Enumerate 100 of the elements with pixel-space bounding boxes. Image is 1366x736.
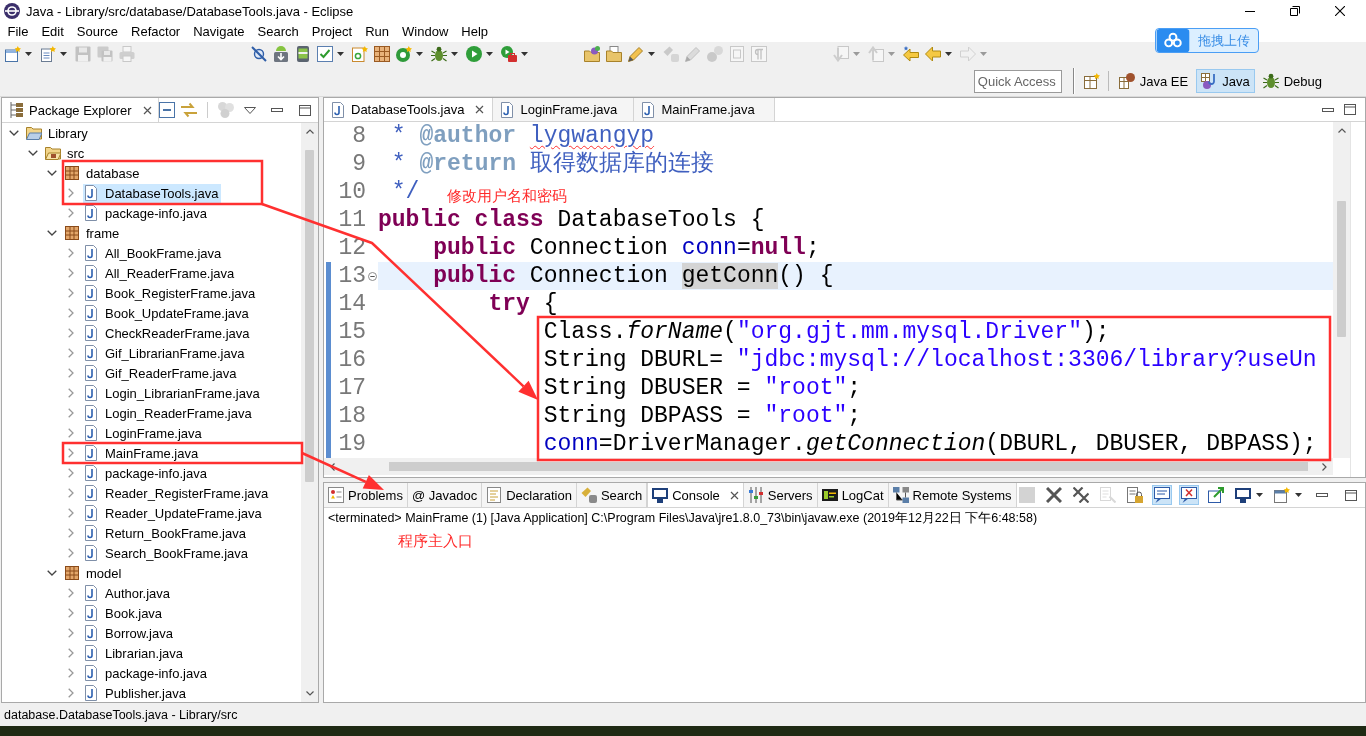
view-menu-icon[interactable] bbox=[243, 106, 256, 114]
minimize-icon[interactable] bbox=[1245, 10, 1255, 12]
perspective-icon[interactable] bbox=[1083, 73, 1100, 89]
tree-item[interactable]: CheckReaderFrame.java bbox=[83, 323, 253, 343]
close-icon[interactable] bbox=[475, 105, 485, 114]
tree-item[interactable]: package-info.java bbox=[83, 203, 210, 223]
caret-icon[interactable] bbox=[451, 52, 458, 56]
caret-icon[interactable] bbox=[337, 52, 344, 56]
phone-icon[interactable] bbox=[295, 46, 311, 62]
menu-item[interactable]: Source bbox=[70, 23, 125, 41]
chevron-right-icon[interactable] bbox=[68, 668, 74, 678]
scrollbar[interactable] bbox=[1333, 122, 1350, 458]
close-icon[interactable] bbox=[1043, 485, 1064, 505]
perspective-button[interactable]: Java EE bbox=[1113, 69, 1194, 93]
maximize-icon[interactable] bbox=[1344, 489, 1357, 501]
scrollbar-thumb[interactable] bbox=[305, 150, 314, 482]
folder-icon[interactable] bbox=[584, 46, 600, 62]
view-tab[interactable]: Search bbox=[576, 483, 648, 507]
view-tab[interactable]: Package Explorer bbox=[2, 98, 159, 122]
caret-icon[interactable] bbox=[60, 52, 67, 56]
caret-icon[interactable] bbox=[648, 52, 655, 56]
tree-item[interactable]: Reader_UpdateFrame.java bbox=[83, 503, 265, 523]
new-file-icon[interactable] bbox=[40, 46, 56, 62]
close-icon[interactable] bbox=[1335, 6, 1345, 16]
console-output-icon[interactable] bbox=[1151, 485, 1172, 505]
chevron-right-icon[interactable] bbox=[68, 208, 74, 218]
chevron-down-icon[interactable] bbox=[47, 170, 57, 176]
run-tools-icon[interactable] bbox=[501, 46, 517, 62]
tree-item[interactable]: Book_UpdateFrame.java bbox=[83, 303, 252, 323]
caret-icon[interactable] bbox=[25, 52, 32, 56]
chevron-right-icon[interactable] bbox=[68, 288, 74, 298]
view-tab[interactable]: Remote Systems bbox=[888, 483, 1017, 507]
chevron-right-icon[interactable] bbox=[68, 388, 74, 398]
perspective-button[interactable]: Debug bbox=[1257, 69, 1327, 93]
tree-item[interactable]: model bbox=[64, 563, 125, 583]
console-error-icon[interactable] bbox=[1178, 485, 1199, 505]
restore-icon[interactable] bbox=[1290, 6, 1300, 16]
tree-item[interactable]: Gif_LibrarianFrame.java bbox=[83, 343, 248, 363]
chevron-right-icon[interactable] bbox=[68, 348, 74, 358]
chevron-right-icon[interactable] bbox=[68, 548, 74, 558]
chevron-right-icon[interactable] bbox=[68, 188, 74, 198]
sync-arrows-icon[interactable] bbox=[180, 102, 197, 118]
menu-item[interactable]: Navigate bbox=[186, 23, 251, 41]
close-icon[interactable] bbox=[142, 105, 152, 115]
pin-icon[interactable] bbox=[1205, 485, 1226, 505]
scrollbar-thumb[interactable] bbox=[389, 462, 1308, 471]
view-tab[interactable]: Problems bbox=[324, 483, 408, 507]
minimize-icon[interactable] bbox=[1322, 107, 1334, 112]
tree-item[interactable]: Book_RegisterFrame.java bbox=[83, 283, 259, 303]
tree-item[interactable]: Search_BookFrame.java bbox=[83, 543, 252, 563]
minimize-icon[interactable] bbox=[270, 108, 283, 112]
caret-icon[interactable] bbox=[1294, 493, 1302, 497]
tree-item[interactable]: Login_ReaderFrame.java bbox=[83, 403, 255, 423]
scrollbar[interactable] bbox=[301, 123, 318, 702]
tree-item[interactable]: src bbox=[45, 143, 88, 163]
tree-item[interactable]: Library bbox=[26, 123, 91, 143]
chevron-right-icon[interactable] bbox=[68, 608, 74, 618]
view-tab[interactable]: @ Javadoc bbox=[407, 483, 483, 507]
close-icon[interactable] bbox=[729, 490, 739, 500]
checkbox-icon[interactable] bbox=[317, 46, 333, 62]
editor-tab[interactable]: MainFrame.java bbox=[634, 98, 776, 121]
menu-item[interactable]: Edit bbox=[34, 23, 71, 41]
chevron-right-icon[interactable] bbox=[68, 648, 74, 658]
chevron-right-icon[interactable] bbox=[68, 428, 74, 438]
tree-item[interactable]: Author.java bbox=[83, 583, 174, 603]
scroll-up-icon[interactable] bbox=[1337, 128, 1346, 133]
folder-icon[interactable] bbox=[606, 46, 622, 62]
tree-item[interactable]: All_BookFrame.java bbox=[83, 243, 225, 263]
editor-tab[interactable]: LoginFrame.java bbox=[493, 98, 635, 121]
tree-item[interactable]: MainFrame.java bbox=[83, 443, 202, 463]
scroll-lock-icon[interactable] bbox=[1124, 485, 1145, 505]
tree-item[interactable]: Return_BookFrame.java bbox=[83, 523, 249, 543]
scroll-up-icon[interactable] bbox=[305, 129, 314, 134]
tree-item[interactable]: package-info.java bbox=[83, 463, 210, 483]
chevron-down-icon[interactable] bbox=[9, 130, 19, 136]
chevron-right-icon[interactable] bbox=[68, 488, 74, 498]
chevron-right-icon[interactable] bbox=[68, 268, 74, 278]
new-console-icon[interactable] bbox=[1271, 485, 1292, 505]
monitor-icon[interactable] bbox=[1232, 485, 1253, 505]
tree-item[interactable]: LoginFrame.java bbox=[83, 423, 205, 443]
chevron-right-icon[interactable] bbox=[68, 628, 74, 638]
scrollbar[interactable] bbox=[324, 458, 1333, 475]
view-tab[interactable]: Console bbox=[647, 483, 744, 507]
ring-icon[interactable] bbox=[396, 46, 412, 62]
tree-item[interactable]: Gif_ReaderFrame.java bbox=[83, 363, 240, 383]
chevron-down-icon[interactable] bbox=[47, 570, 57, 576]
chevron-right-icon[interactable] bbox=[68, 588, 74, 598]
tree-item[interactable]: Librarian.java bbox=[83, 643, 187, 663]
chevron-right-icon[interactable] bbox=[68, 448, 74, 458]
tree-item[interactable]: frame bbox=[64, 223, 123, 243]
tree-item[interactable]: All_ReaderFrame.java bbox=[83, 263, 238, 283]
caret-icon[interactable] bbox=[521, 52, 528, 56]
view-tab[interactable]: Servers bbox=[743, 483, 818, 507]
chevron-right-icon[interactable] bbox=[68, 528, 74, 538]
grid-icon[interactable] bbox=[374, 46, 390, 62]
chevron-right-icon[interactable] bbox=[68, 368, 74, 378]
menu-item[interactable]: Project bbox=[305, 23, 359, 41]
quick-access-field[interactable]: Quick Access bbox=[973, 69, 1062, 93]
tree-item[interactable]: Book.java bbox=[83, 603, 166, 623]
new-window-icon[interactable] bbox=[5, 46, 21, 62]
